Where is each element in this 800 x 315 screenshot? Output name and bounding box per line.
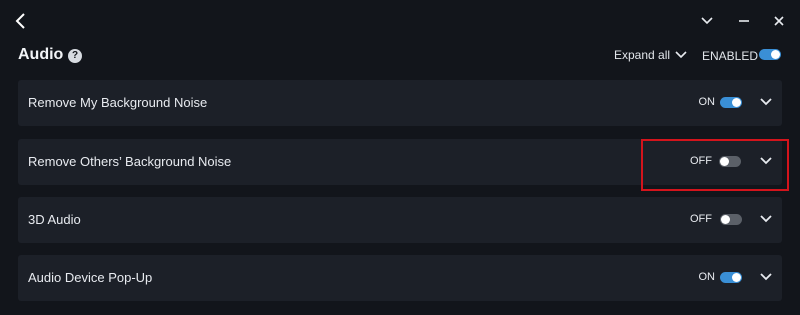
expand-chevron-icon[interactable]: [756, 267, 776, 287]
expand-chevron-icon[interactable]: [756, 151, 776, 171]
setting-label: Remove My Background Noise: [28, 95, 208, 110]
toggle-knob: [771, 50, 780, 59]
remove-others-background-noise-toggle[interactable]: [719, 156, 741, 167]
setting-label: Remove Others’ Background Noise: [28, 154, 232, 169]
master-enabled-toggle[interactable]: [759, 49, 781, 60]
close-icon[interactable]: [766, 8, 792, 34]
toggle-state-label: ON: [698, 96, 716, 108]
setting-card-remove-my-background-noise: Remove My Background Noise ON: [18, 80, 782, 126]
toggle-knob: [732, 273, 741, 282]
page-title: Audio: [18, 46, 64, 63]
remove-my-background-noise-toggle[interactable]: [720, 97, 742, 108]
setting-label: Audio Device Pop-Up: [28, 270, 153, 285]
back-arrow-icon[interactable]: [8, 8, 34, 34]
chevron-down-icon[interactable]: [694, 8, 720, 34]
expand-all-label: Expand all: [614, 48, 671, 62]
title-bar: [0, 0, 800, 40]
audio-header: Audio ? Expand all ENABLED: [0, 40, 800, 74]
3d-audio-toggle[interactable]: [720, 214, 742, 225]
toggle-state-label: OFF: [690, 155, 712, 167]
toggle-state-label: ON: [698, 271, 716, 283]
setting-card-audio-device-pop-up: Audio Device Pop-Up ON: [18, 255, 782, 301]
setting-card-remove-others-background-noise: Remove Others’ Background Noise OFF: [18, 139, 782, 185]
expand-chevron-icon[interactable]: [756, 209, 776, 229]
toggle-knob: [721, 215, 730, 224]
expand-chevron-icon[interactable]: [756, 92, 776, 112]
chevron-down-icon: [675, 51, 687, 59]
setting-card-3d-audio: 3D Audio OFF: [18, 197, 782, 243]
expand-all-button[interactable]: Expand all: [614, 48, 687, 62]
minimize-icon[interactable]: [731, 8, 757, 34]
enabled-label: ENABLED: [702, 49, 759, 63]
toggle-knob: [720, 157, 729, 166]
audio-device-pop-up-toggle[interactable]: [720, 272, 742, 283]
help-icon[interactable]: ?: [68, 49, 82, 63]
toggle-knob: [732, 98, 741, 107]
toggle-state-label: OFF: [690, 213, 712, 225]
setting-label: 3D Audio: [28, 212, 81, 227]
